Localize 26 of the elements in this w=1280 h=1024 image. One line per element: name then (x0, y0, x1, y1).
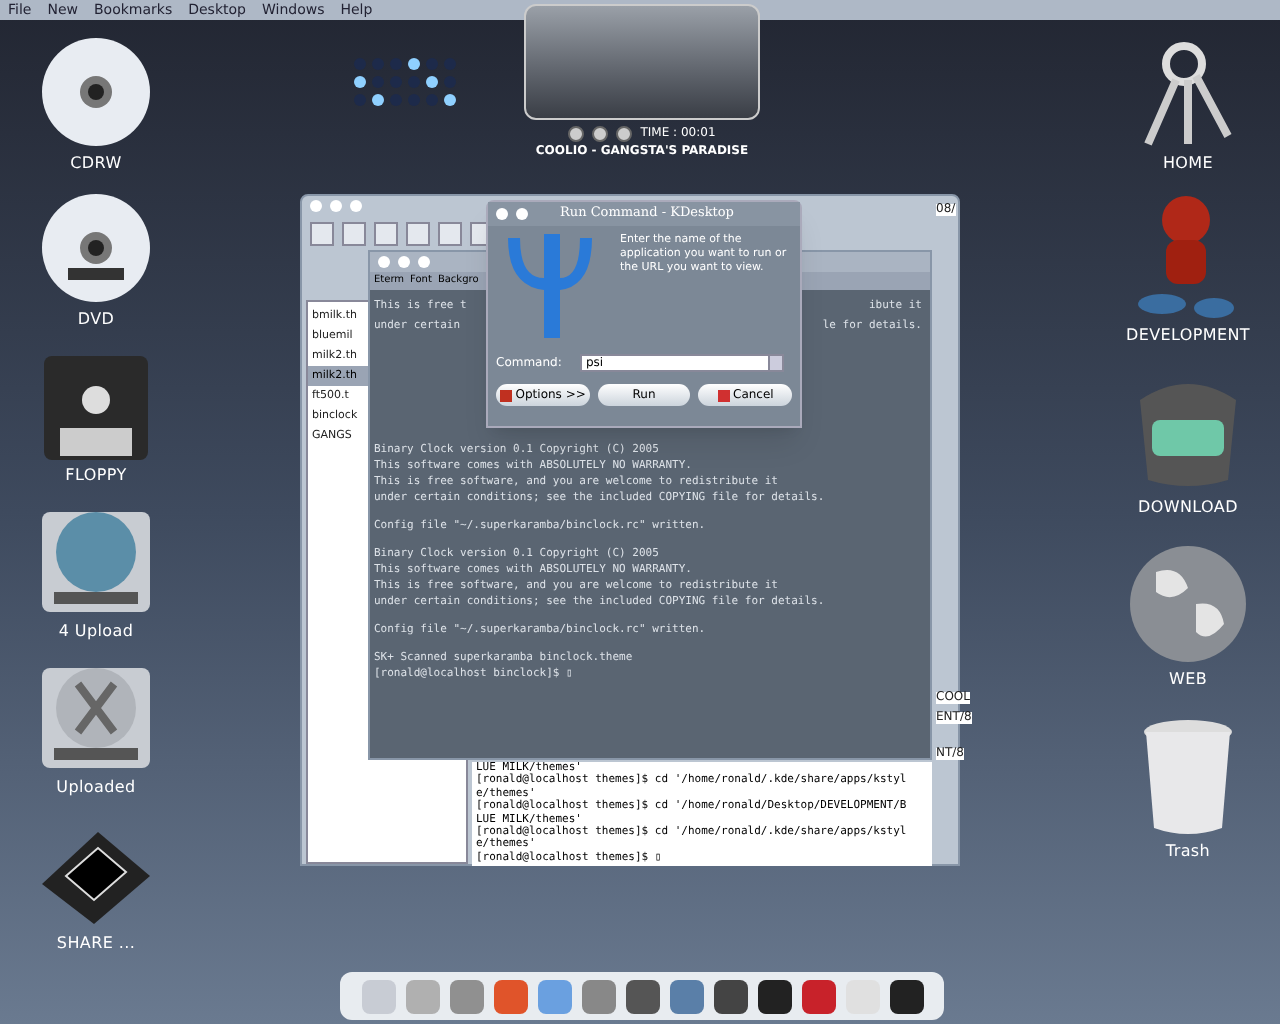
cross-icon (717, 389, 730, 401)
desktop-icon-label[interactable]: Trash (1165, 840, 1211, 864)
dock-app-icon[interactable] (713, 979, 747, 1013)
globe-icon (1128, 544, 1248, 664)
desktop-icon-label[interactable]: DVD (77, 308, 115, 332)
dock-app-icon[interactable] (757, 979, 791, 1013)
desktop-icon-label[interactable]: Uploaded (56, 776, 136, 800)
desktop-icon-label[interactable]: DOWNLOAD (1138, 496, 1238, 520)
toolbar-icon[interactable] (406, 222, 430, 246)
toolbar-icon[interactable] (374, 222, 398, 246)
dock-app-icon[interactable] (625, 979, 659, 1013)
desktop-icon-label[interactable]: FLOPPY (65, 464, 127, 488)
toolbar-icon[interactable] (310, 222, 334, 246)
trash-can-icon (1140, 716, 1236, 836)
disc-icon (40, 36, 152, 148)
desktop-icon-label[interactable]: HOME (1162, 152, 1214, 176)
toolbar-icon[interactable] (438, 222, 462, 246)
dock-app-icon[interactable] (889, 979, 923, 1013)
desktop-icon-label[interactable]: CDRW (70, 152, 122, 176)
dvd-disc-icon (40, 192, 152, 304)
desktop-icon-label[interactable]: WEB (1168, 668, 1208, 692)
desktop-icon-label[interactable]: SHARE ... (56, 932, 136, 956)
toolbar-icon[interactable] (342, 222, 366, 246)
desktop-icon-label[interactable]: DEVELOPMENT (1125, 324, 1251, 348)
wrench-icon (499, 389, 512, 401)
desktop-icon-label[interactable]: 4 Upload (58, 620, 134, 644)
